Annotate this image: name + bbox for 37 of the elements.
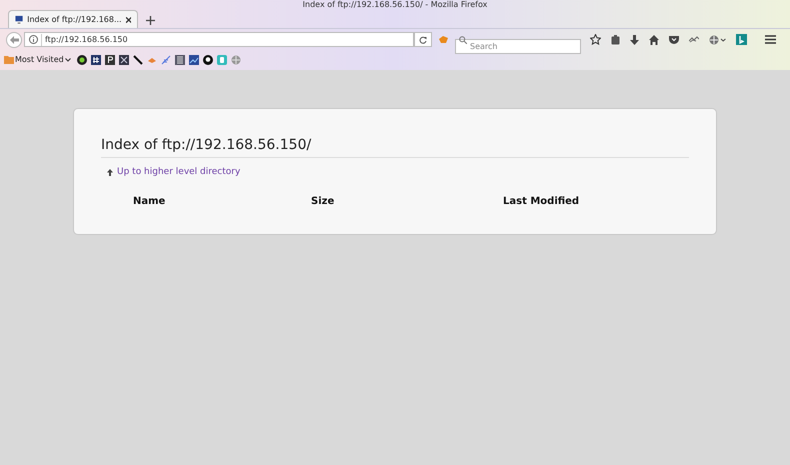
browser-tab[interactable]: Index of ftp://192.168... — [8, 10, 138, 28]
column-header: Last Modified — [503, 196, 580, 206]
close-icon[interactable] — [126, 16, 131, 22]
folder-icon — [4, 55, 14, 64]
parent-directory-link[interactable]: Up to higher level directory — [117, 166, 240, 180]
most-visited-folder[interactable]: Most Visited — [4, 54, 71, 66]
bookmark-icon[interactable] — [132, 54, 143, 64]
letter-b-icon[interactable] — [736, 34, 747, 45]
search-icon — [459, 36, 467, 44]
reload-icon — [419, 36, 427, 44]
back-button[interactable] — [6, 32, 22, 48]
scribble-icon[interactable] — [689, 36, 699, 43]
column-header: Size — [311, 196, 334, 206]
monitor-icon — [15, 15, 24, 24]
menu-icon[interactable] — [765, 35, 776, 44]
bookmark-icon[interactable] — [76, 54, 87, 64]
page-heading: Index of ftp://192.168.56.150/ — [101, 136, 312, 155]
bookmark-icon[interactable] — [202, 54, 213, 64]
back-arrow-icon — [10, 36, 18, 44]
column-header: Name — [133, 196, 166, 206]
globe-icon[interactable] — [709, 34, 726, 44]
plus-icon — [146, 16, 154, 24]
bookmark-icon[interactable] — [104, 54, 115, 64]
home-icon[interactable] — [649, 34, 659, 44]
url-field[interactable]: ftp://192.168.56.150 — [24, 32, 414, 47]
info-icon — [29, 35, 38, 44]
clipboard-icon[interactable] — [611, 34, 620, 44]
search-field[interactable]: Search — [455, 39, 581, 54]
shield-icon[interactable] — [669, 35, 679, 44]
download-arrow-icon[interactable] — [630, 34, 639, 44]
star-icon[interactable] — [590, 34, 601, 45]
bookmark-icon[interactable] — [188, 54, 199, 64]
window-title: Index of ftp://192.168.56.150/ - Mozilla Firefox — [302, 0, 488, 9]
reload-button[interactable] — [414, 32, 432, 47]
url-text: ftp://192.168.56.150 — [41, 34, 128, 46]
caret-icon — [64, 58, 71, 62]
up-arrow-icon — [107, 169, 113, 176]
